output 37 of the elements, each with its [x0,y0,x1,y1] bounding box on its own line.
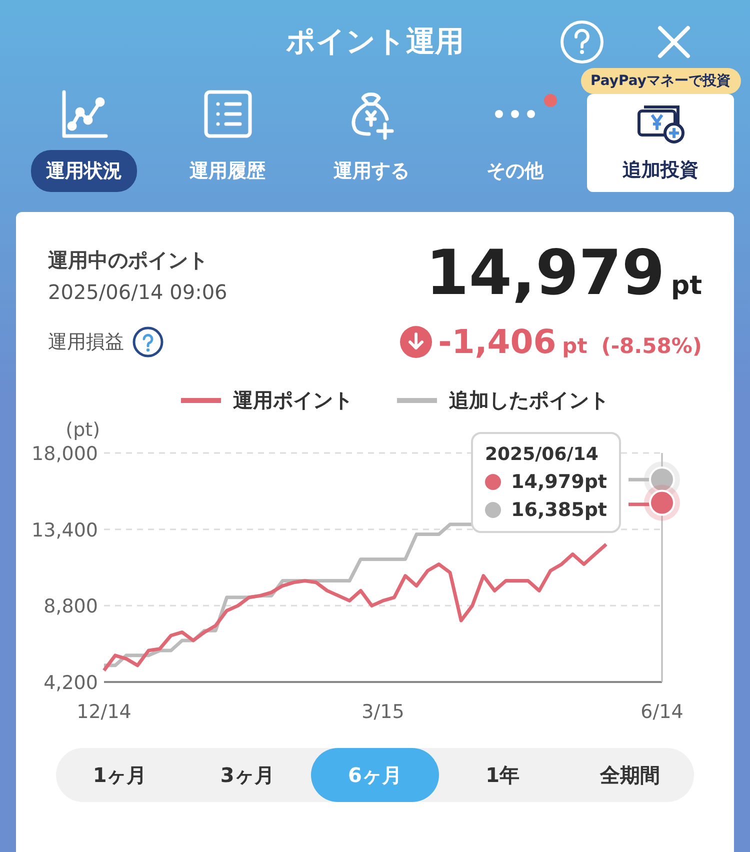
period-tab[interactable]: 1ヶ月 [56,748,184,802]
axis-unit: (pt) [66,420,100,441]
promo-badge: PayPayマネーで投資 [580,68,741,94]
page-title: ポイント運用 [286,23,464,60]
profit-loss-percent: (-8.58%) [601,334,702,358]
banknote-plus-icon [636,103,686,145]
tooltip-value: 14,979pt [511,471,608,493]
tooltip-value: 16,385pt [511,499,608,521]
help-icon[interactable] [132,326,164,358]
legend-label: 運用ポイント [233,387,353,414]
x-tick-label: 3/15 [362,701,404,723]
x-tick-label: 12/14 [76,701,132,723]
holding-label: 運用中のポイント [48,247,209,274]
legend-label: 追加したポイント [449,387,609,414]
y-tick-label: 8,800 [44,596,98,618]
legend-swatch [181,398,221,404]
list-icon [202,88,254,140]
period-tab[interactable]: 全期間 [566,748,694,802]
y-tick-label: 13,400 [32,519,98,542]
help-button[interactable] [558,18,606,66]
x-tick-label: 6/14 [640,701,684,723]
period-tab[interactable]: 3ヶ月 [184,748,312,802]
period-tab[interactable]: 1年 [438,748,566,802]
profit-loss-unit: pt [562,334,588,358]
holding-date: 2025/06/14 09:06 [48,280,228,304]
more-icon [495,110,536,118]
y-tick-label: 4,200 [44,672,98,694]
y-tick-label: 18,000 [32,443,98,465]
data-point-marker [644,484,680,521]
holding-value: 14,979 [426,236,665,309]
nav-tab[interactable]: 運用状況 [30,150,137,192]
profit-loss-label: 運用損益 [48,330,124,354]
tooltip-date: 2025/06/14 [485,444,600,465]
profit-loss-value: -1,406 [438,322,556,361]
holding-unit: pt [670,271,702,301]
add-investment-button[interactable]: 追加投資 [587,94,734,192]
legend-swatch [397,398,437,404]
